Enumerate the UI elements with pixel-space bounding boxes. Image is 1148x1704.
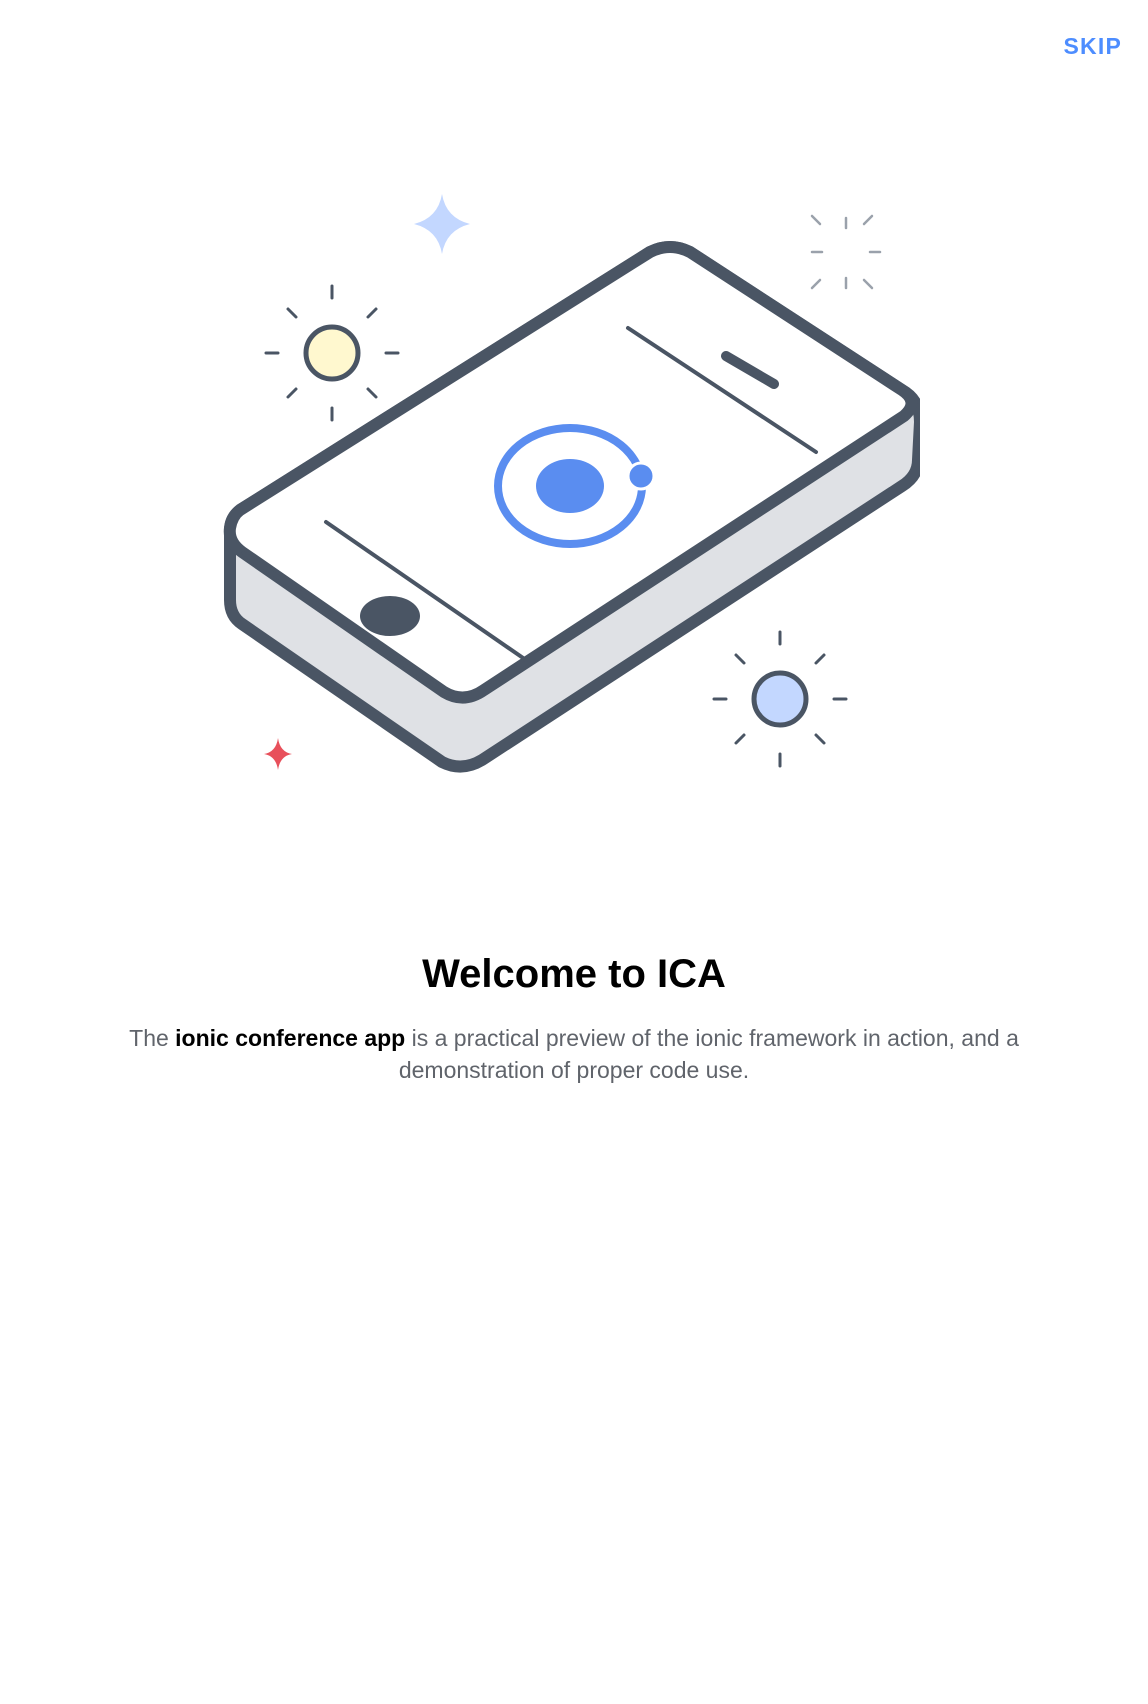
skip-button[interactable]: SKIP bbox=[1058, 28, 1128, 64]
sun-icon bbox=[264, 284, 400, 422]
star-icon bbox=[264, 738, 292, 770]
welcome-illustration bbox=[220, 160, 920, 800]
sparkle-icon bbox=[414, 194, 470, 254]
tutorial-page: SKIP Welcome to ICA The ionic conference… bbox=[0, 0, 1148, 1704]
description-prefix: The bbox=[129, 1025, 176, 1051]
sun-icon bbox=[712, 630, 848, 768]
app-name-highlight: ionic conference app bbox=[175, 1025, 406, 1051]
burst-icon bbox=[810, 214, 882, 290]
description-suffix: is a practical preview of the ionic fram… bbox=[398, 1025, 1019, 1083]
slide-description: The ionic conference app is a practical … bbox=[56, 1022, 1092, 1086]
slide-title: Welcome to ICA bbox=[422, 952, 726, 996]
